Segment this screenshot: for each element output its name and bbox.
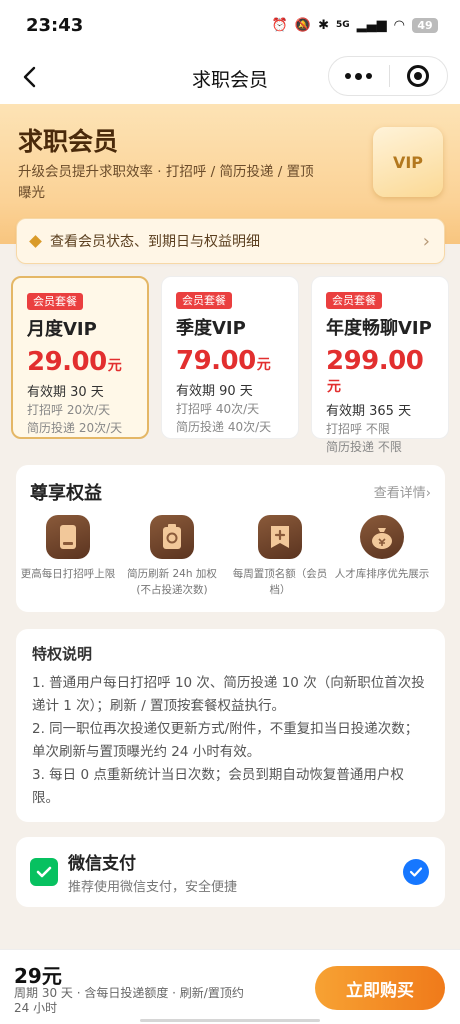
nav-bar: 求职会员	[0, 50, 460, 104]
membership-status-label: 查看会员状态、到期日与权益明细	[50, 234, 260, 250]
money-bag-icon	[360, 515, 404, 559]
notes-title: 特权说明	[32, 645, 93, 663]
more-dot-icon	[355, 72, 363, 80]
plan-tag: 会员套餐	[176, 292, 232, 309]
benefit-label: 每周置顶名额（会员档）	[232, 568, 328, 596]
benefits-title: 尊享权益	[30, 483, 102, 504]
home-indicator	[140, 1019, 320, 1022]
status-icons: ⏰ 🔕 ✱ 5G ▂▄▆ ◠ 49	[271, 17, 438, 33]
battery-icon: 49	[412, 17, 438, 33]
status-bar: 23:43 ⏰ 🔕 ✱ 5G ▂▄▆ ◠ 49	[0, 0, 460, 50]
plan-validity: 有效期 90 天	[176, 384, 253, 399]
plan-price-unit: 元	[327, 379, 341, 395]
checkout-bar: 29元 周期 30 天 · 含每日投递额度 · 刷新/置顶约 24 小时 立即购…	[0, 949, 460, 1024]
diamond-icon	[29, 234, 42, 248]
pin-plus-icon	[258, 515, 302, 559]
plan-greet-quota: 打招呼 20次/天	[27, 403, 111, 417]
hero-subtitle: 升级会员提升求职效率 · 打招呼 / 简历投递 / 置顶曝光	[18, 164, 314, 201]
bluetooth-icon: ✱	[318, 17, 329, 33]
plan-name: 年度畅聊VIP	[326, 318, 432, 339]
plan-card-monthly[interactable]: 会员套餐 月度VIP 29.00元 有效期 30 天 打招呼 20次/天 简历投…	[11, 276, 149, 439]
plan-price-unit: 元	[107, 358, 122, 374]
plan-card-yearly[interactable]: 会员套餐 年度畅聊VIP 299.00 元 有效期 365 天 打招呼 不限 简历…	[311, 276, 449, 454]
wechat-pay-icon	[30, 858, 58, 886]
status-time: 23:43	[26, 14, 84, 36]
back-arrow-icon	[23, 66, 36, 88]
plan-validity: 有效期 30 天	[27, 385, 104, 400]
back-button[interactable]	[14, 62, 44, 92]
plan-price: 299.00 元	[326, 346, 434, 396]
mute-icon: 🔕	[294, 17, 312, 33]
network-label: 5G	[336, 20, 350, 30]
target-close-icon	[407, 65, 430, 87]
plan-greet-quota: 打招呼 40次/天	[176, 402, 260, 416]
chevron-right-icon: ›	[422, 230, 430, 252]
benefit-item[interactable]: 每周置顶名额（会员档）	[230, 515, 330, 598]
plan-price-value: 29.00	[27, 347, 107, 377]
plan-resume-quota: 简历投递 20次/天	[27, 421, 123, 435]
total-note: 周期 30 天 · 含每日投递额度 · 刷新/置顶约 24 小时	[14, 986, 244, 1015]
plan-card-quarterly[interactable]: 会员套餐 季度VIP 79.00元 有效期 90 天 打招呼 40次/天 简历投…	[161, 276, 299, 439]
hero-title: 求职会员	[18, 127, 119, 156]
privilege-notes: 特权说明 1. 普通用户每日打招呼 10 次、简历投递 10 次（向新职位首次投…	[16, 629, 445, 822]
benefits-card: 尊享权益 查看详情› 更高每日打招呼上限 简历刷新 24h 加权(不占投递次数)…	[16, 465, 445, 612]
alarm-icon: ⏰	[271, 17, 288, 33]
plan-price-value: 299.00	[326, 346, 424, 376]
plan-validity: 有效期 365 天	[326, 404, 412, 419]
plan-name: 季度VIP	[176, 318, 246, 339]
see-details-label: 查看详情	[373, 486, 426, 501]
plan-price: 79.00元	[176, 346, 284, 376]
mini-program-capsule	[328, 56, 448, 96]
benefit-label: 人才库排序优先展示	[334, 568, 430, 580]
payment-name: 微信支付	[68, 854, 136, 874]
wifi-icon: ◠	[393, 17, 405, 33]
plan-name: 月度VIP	[27, 319, 97, 340]
plan-price: 29.00元	[27, 347, 133, 377]
plan-resume-quota: 简历投递 40次/天	[176, 420, 272, 434]
benefit-label: 简历刷新 24h 加权(不占投递次数)	[127, 568, 217, 596]
payment-desc: 推荐使用微信支付，安全便捷	[68, 880, 238, 895]
close-button[interactable]	[389, 56, 447, 96]
total-price: 29元	[14, 964, 62, 988]
benefit-item[interactable]: 人才库排序优先展示	[332, 515, 432, 582]
benefit-item[interactable]: 简历刷新 24h 加权(不占投递次数)	[122, 515, 222, 598]
plan-tag: 会员套餐	[27, 293, 83, 310]
payment-method-wechat[interactable]: 微信支付 推荐使用微信支付，安全便捷	[16, 837, 445, 907]
see-details-link[interactable]: 查看详情›	[374, 482, 431, 501]
more-button[interactable]	[329, 56, 389, 96]
note-item: 2. 同一职位再次投递仅更新方式/附件，不重复扣当日投递次数；单次刷新与置顶曝光…	[32, 721, 419, 760]
benefit-item[interactable]: 更高每日打招呼上限	[18, 515, 118, 582]
note-item: 3. 每日 0 点重新统计当日次数；会员到期自动恢复普通用户权限。	[32, 767, 404, 806]
signal-icon: ▂▄▆	[356, 17, 387, 33]
plan-tag: 会员套餐	[326, 292, 382, 309]
membership-status-link[interactable]: 查看会员状态、到期日与权益明细 ›	[16, 218, 445, 264]
plan-price-value: 79.00	[176, 346, 256, 376]
vip-badge: VIP	[373, 127, 443, 197]
notes-list: 1. 普通用户每日打招呼 10 次、简历投递 10 次（向新职位首次投递计 1 …	[32, 672, 429, 810]
plan-price-unit: 元	[256, 357, 271, 373]
refresh-badge-icon	[150, 515, 194, 559]
buy-now-button[interactable]: 立即购买	[315, 966, 445, 1010]
chevron-right-icon: ›	[425, 486, 431, 501]
note-item: 1. 普通用户每日打招呼 10 次、简历投递 10 次（向新职位首次投递计 1 …	[32, 675, 425, 714]
plan-resume-quota: 简历投递 不限	[326, 440, 402, 454]
selected-check-icon[interactable]	[403, 859, 429, 885]
phone-icon	[46, 515, 90, 559]
more-dot-icon	[366, 73, 373, 79]
more-dot-icon	[345, 73, 352, 79]
plan-greet-quota: 打招呼 不限	[326, 422, 390, 436]
benefit-label: 更高每日打招呼上限	[20, 568, 116, 580]
